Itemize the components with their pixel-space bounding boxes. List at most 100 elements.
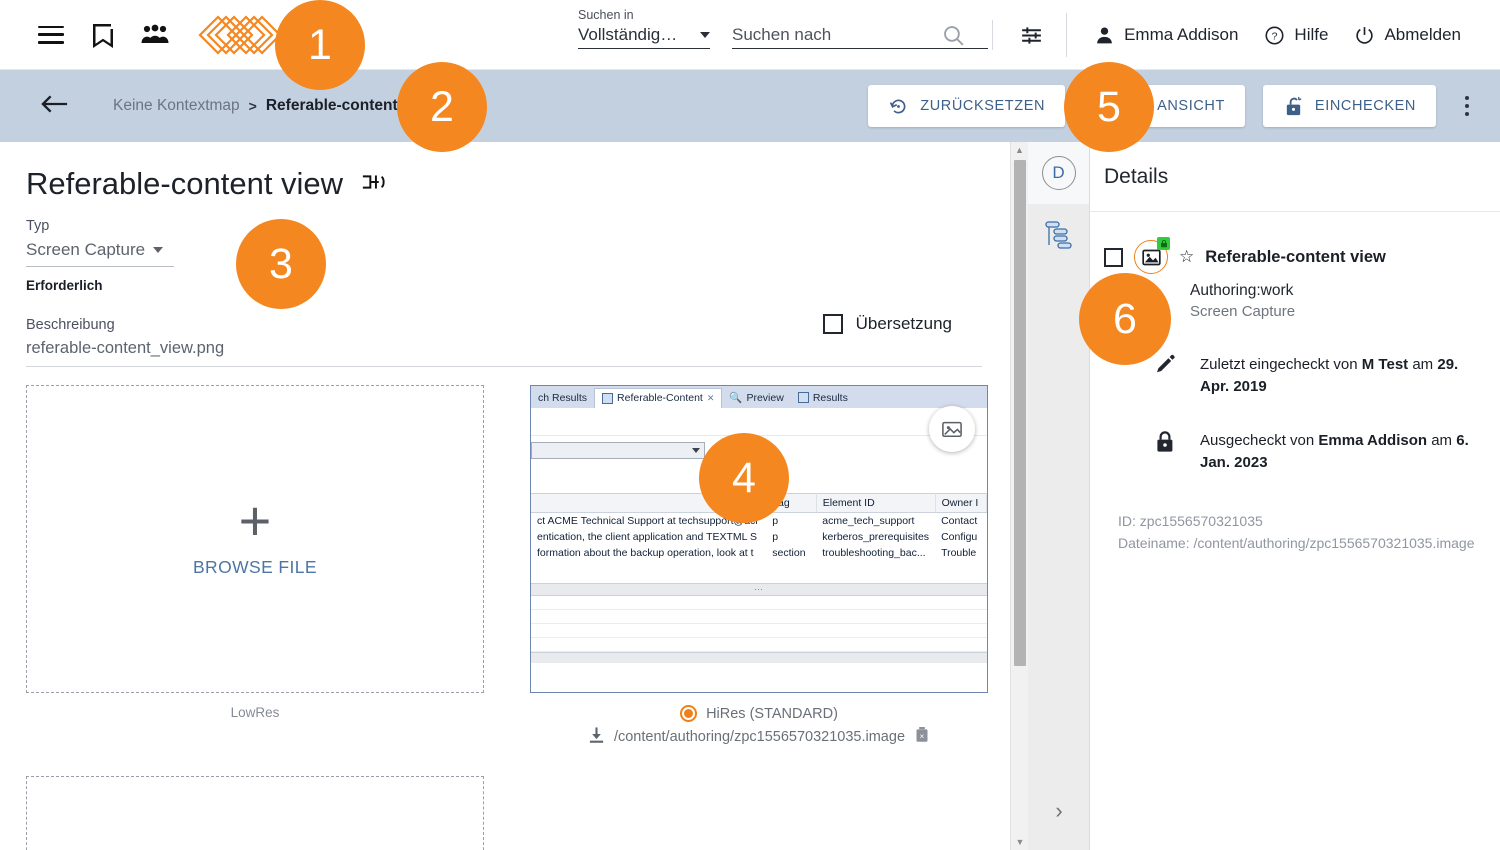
breadcrumb: Keine Kontextmap > Referable-content vie…	[113, 97, 436, 115]
empty-row	[531, 596, 987, 610]
logout-button[interactable]: Abmelden	[1341, 25, 1474, 46]
thumb-tab-label: Results	[812, 391, 848, 404]
scroll-thumb[interactable]	[1014, 160, 1026, 666]
header-right-group: Emma Addison ? Hilfe Abmelden	[929, 0, 1474, 70]
translation-checkbox[interactable]	[822, 314, 843, 334]
cell-tag: section	[772, 547, 806, 559]
lowres-dropzone[interactable]: + BROWSE FILE	[26, 385, 484, 693]
empty-row	[531, 610, 987, 624]
user-name: Emma Addison	[1124, 25, 1239, 44]
cell-element-id: kerberos_prerequisites	[822, 531, 930, 543]
details-body: ☆ Referable-content view Authoring:work …	[1090, 212, 1500, 554]
search-scope-select[interactable]: Vollständig…	[578, 25, 710, 49]
thumbnail-splitter: ⋯	[531, 583, 987, 596]
col-owner: Owner I	[935, 493, 987, 513]
hires-radio[interactable]	[680, 705, 698, 722]
search-scope[interactable]: Suchen in Vollständig…	[578, 8, 710, 49]
people-icon[interactable]	[140, 24, 170, 46]
meta-last-checkin-text: Zuletzt eingecheckt von M Test am 29. Ap…	[1200, 354, 1486, 398]
cell-owner: Configu	[941, 531, 978, 543]
hires-radio-row[interactable]: HiRes (STANDARD)	[530, 705, 988, 722]
details-badge-label: D	[1052, 163, 1065, 182]
details-title: Details	[1104, 164, 1169, 188]
details-item-sub: Authoring:work Screen Capture	[1190, 282, 1486, 320]
details-rail: D ›	[1028, 142, 1090, 850]
logo-icon[interactable]	[196, 13, 284, 57]
reset-label: ZURÜCKSETZEN	[920, 98, 1046, 114]
kebab-menu-icon[interactable]	[1454, 96, 1480, 116]
thumb-tab-label: Preview	[746, 391, 784, 404]
chevron-right-icon[interactable]: ›	[1028, 798, 1090, 824]
cell-tag: p	[772, 515, 779, 527]
search-icon: 🔍	[729, 392, 743, 404]
details-meta: Zuletzt eingecheckt von M Test am 29. Ap…	[1104, 354, 1486, 474]
header-divider	[992, 20, 994, 50]
cell-text: entication, the client application and T…	[537, 531, 758, 543]
translation-toggle[interactable]: Übersetzung	[822, 314, 952, 334]
unlock-icon	[1286, 96, 1302, 115]
table-row: formation about the backup operation, lo…	[531, 545, 987, 561]
delete-image-icon[interactable]: ×	[914, 726, 930, 748]
details-item-checkbox[interactable]	[1104, 247, 1123, 267]
sidebar-item-details[interactable]: D	[1028, 142, 1089, 204]
type-value: Screen Capture	[26, 240, 146, 259]
global-search: Suchen in Vollständig…	[578, 8, 988, 49]
annotation-badge-2: 2	[397, 62, 487, 152]
help-button[interactable]: ? Hilfe	[1251, 25, 1341, 46]
sidebar-item-structure[interactable]	[1028, 204, 1089, 266]
image-expand-icon[interactable]	[929, 406, 975, 452]
image-icon[interactable]	[1134, 237, 1170, 274]
empty-row	[531, 638, 987, 652]
cell-owner: Contact	[941, 515, 978, 527]
header-icon-group	[0, 13, 284, 57]
star-outline-icon[interactable]: ☆	[1179, 247, 1194, 267]
menu-icon[interactable]	[38, 25, 64, 44]
page-title: Referable-content view	[26, 166, 344, 201]
close-icon: ✕	[706, 392, 715, 403]
type-required-note: Erforderlich	[26, 278, 103, 293]
back-arrow-icon[interactable]	[40, 93, 69, 120]
breadcrumb-parent[interactable]: Keine Kontextmap	[113, 97, 240, 115]
type-select[interactable]: Screen Capture	[26, 240, 174, 267]
meta-last-checkin: Zuletzt eingecheckt von M Test am 29. Ap…	[1104, 354, 1486, 398]
search-icon[interactable]	[929, 23, 978, 48]
chevron-down-icon	[153, 247, 164, 253]
filter-settings-icon[interactable]	[1007, 23, 1056, 48]
reset-button[interactable]: ZURÜCKSETZEN	[868, 85, 1066, 127]
details-panel: Details ☆ Referable-content view Authori…	[1090, 142, 1500, 850]
meta-mid: am	[1408, 356, 1438, 373]
additional-dropzone[interactable]	[26, 776, 484, 850]
breadcrumb-separator: >	[248, 98, 257, 114]
search-scope-label: Suchen in	[578, 8, 634, 22]
lowres-caption: LowRes	[230, 705, 280, 720]
meta-user: Emma Addison	[1318, 432, 1428, 449]
thumb-tab-results: Results	[791, 388, 855, 408]
browse-file-button[interactable]: BROWSE FILE	[193, 557, 317, 578]
hires-thumbnail[interactable]: ch Results Referable-Content ✕ 🔍 Preview…	[530, 385, 988, 693]
details-id-line: ID: zpc1556570321035	[1118, 513, 1263, 529]
link-variant-icon[interactable]	[361, 172, 389, 197]
cell-owner: Trouble	[941, 547, 977, 559]
main-content: Referable-content view Übersetzung Typ S…	[0, 142, 1012, 850]
hires-path[interactable]: /content/authoring/zpc1556570321035.imag…	[614, 729, 905, 745]
download-icon[interactable]	[588, 726, 605, 748]
lock-icon	[1152, 430, 1178, 474]
logout-label: Abmelden	[1384, 25, 1461, 44]
checkin-button[interactable]: EINCHECKEN	[1262, 85, 1436, 127]
main-scrollbar[interactable]: ▲ ▼	[1010, 142, 1028, 850]
checkin-label: EINCHECKEN	[1314, 98, 1416, 114]
details-item-row: ☆ Referable-content view	[1104, 237, 1486, 274]
scroll-up-icon[interactable]: ▲	[1011, 142, 1028, 158]
svg-text:×: ×	[920, 732, 925, 741]
document-header: Referable-content view	[0, 142, 1012, 202]
annotation-badge-1: 1	[275, 0, 365, 90]
chevron-down-icon	[700, 32, 710, 38]
hires-label: HiRes (STANDARD)	[706, 705, 838, 722]
description-value[interactable]: referable-content_view.png	[26, 339, 1012, 366]
bookmark-icon[interactable]	[90, 22, 114, 48]
locked-badge-icon	[1157, 237, 1170, 250]
details-type: Screen Capture	[1190, 303, 1296, 320]
svg-text:?: ?	[1272, 30, 1278, 42]
user-menu[interactable]: Emma Addison	[1081, 25, 1251, 46]
scroll-down-icon[interactable]: ▼	[1011, 834, 1029, 850]
